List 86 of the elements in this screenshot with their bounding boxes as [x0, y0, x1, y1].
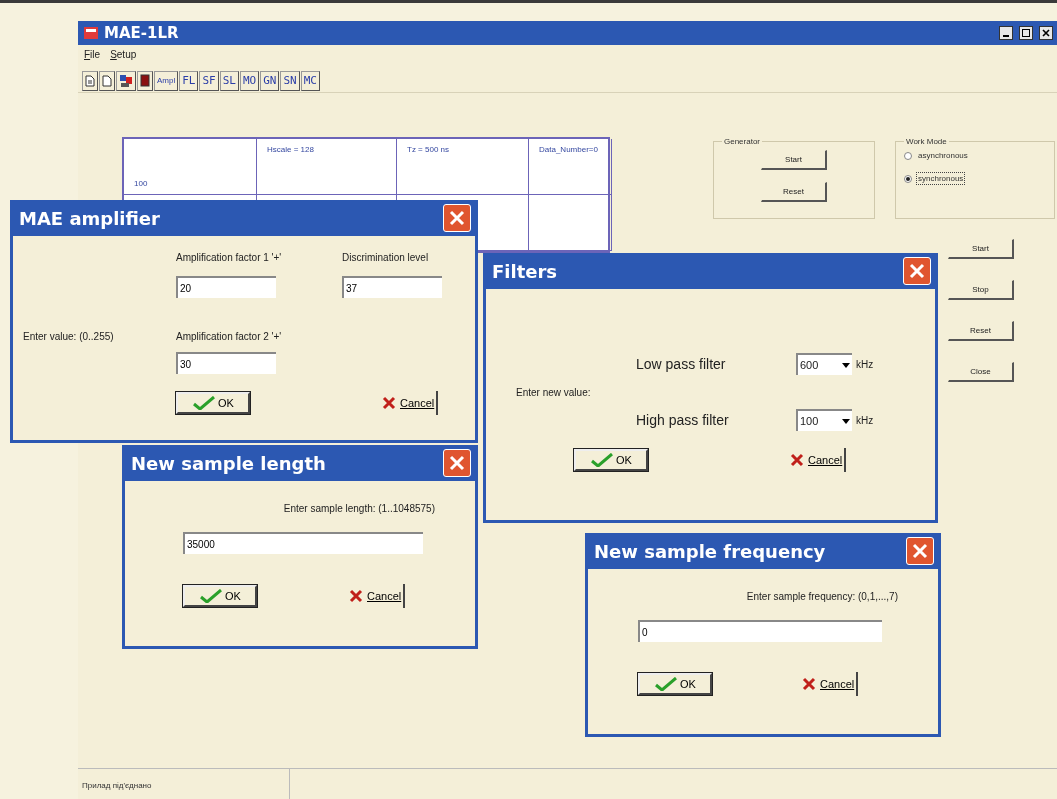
cross-icon: [802, 677, 816, 691]
value-field[interactable]: 30: [176, 352, 276, 374]
toolbar-button[interactable]: [99, 70, 115, 91]
tools-icon: [119, 73, 133, 88]
action-button[interactable]: Stop: [948, 280, 1014, 300]
caret-icon: [842, 362, 850, 368]
radio-button[interactable]: [904, 174, 912, 183]
group-title: Generator: [723, 137, 762, 146]
ok-button[interactable]: OK: [183, 585, 257, 607]
field-label: Discrimination level: [342, 251, 430, 263]
status-text: Прилад під'єднано: [82, 781, 152, 790]
dialog-title: MAE amplifier: [19, 207, 160, 229]
close-button[interactable]: [1039, 26, 1053, 40]
field-label: Amplification factor 1 '+': [176, 251, 283, 263]
toolbar-button[interactable]: [137, 70, 153, 91]
cancel-button[interactable]: Cancel: [788, 448, 847, 472]
filter-label: High pass filter: [636, 412, 730, 428]
radio-label[interactable]: synchronous: [917, 173, 965, 184]
table-cell: 100: [124, 139, 257, 195]
cancel-button[interactable]: Cancel: [380, 391, 439, 415]
document-icon: [85, 74, 95, 87]
generator-button[interactable]: Reset: [761, 182, 827, 202]
app-icon: [84, 27, 98, 39]
group-title: Work Mode: [905, 137, 948, 146]
toolbar-button[interactable]: MC: [300, 70, 320, 91]
toolbar-button[interactable]: SF: [199, 70, 219, 91]
ok-button[interactable]: OK: [176, 392, 250, 414]
dialog-title: New sample length: [131, 452, 326, 474]
close-icon: [908, 262, 926, 280]
action-button[interactable]: Reset: [948, 321, 1014, 341]
ok-button[interactable]: OK: [574, 449, 648, 471]
cross-icon: [382, 396, 396, 410]
filter-dropdown[interactable]: 600: [796, 353, 852, 375]
toolbar-button[interactable]: SL: [219, 70, 239, 91]
menu-item[interactable]: File: [84, 48, 101, 60]
caret-icon: [842, 418, 850, 424]
unit-text: kHz: [856, 414, 875, 426]
dialog-title: New sample frequency: [594, 540, 826, 562]
page-icon: [102, 74, 112, 87]
check-icon: [590, 453, 615, 467]
window-title: MAE-1LR: [104, 24, 180, 42]
ok-button[interactable]: OK: [638, 673, 712, 695]
prompt-text: Enter sample length: (1..1048575): [283, 503, 435, 514]
table-cell: Tz = 500 ns: [397, 139, 529, 195]
action-button[interactable]: Start: [948, 239, 1014, 259]
action-button[interactable]: Close: [948, 362, 1014, 382]
minimize-button[interactable]: [999, 26, 1013, 40]
radio-label[interactable]: asynchronous: [917, 150, 969, 161]
value-field[interactable]: 0: [638, 620, 882, 642]
prompt-text: Enter sample frequency: (0,1,...,7): [746, 591, 898, 602]
radio-button[interactable]: [904, 151, 912, 160]
check-icon: [192, 396, 217, 410]
close-icon: [911, 542, 929, 560]
close-icon: [448, 209, 466, 227]
book-icon: [140, 74, 150, 87]
cancel-button[interactable]: Cancel: [347, 584, 406, 608]
table-cell: Hscale = 128: [257, 139, 397, 195]
generator-button[interactable]: Start: [761, 150, 827, 170]
hint-text: Enter new value:: [516, 386, 592, 398]
check-icon: [199, 589, 224, 603]
maximize-button[interactable]: [1019, 26, 1033, 40]
cross-icon: [790, 453, 804, 467]
value-field[interactable]: 35000: [183, 532, 423, 554]
toolbar-button[interactable]: SN: [280, 70, 300, 91]
dialog-title: Filters: [492, 260, 558, 282]
close-icon: [448, 454, 466, 472]
toolbar-button[interactable]: [116, 70, 136, 91]
unit-text: kHz: [856, 358, 875, 370]
toolbar-button[interactable]: FL: [179, 70, 199, 91]
value-field[interactable]: 37: [342, 276, 442, 298]
toolbar-button[interactable]: Ampl: [154, 70, 179, 91]
value-field[interactable]: 20: [176, 276, 276, 298]
close-icon: [1042, 29, 1050, 37]
maximize-icon: [1022, 29, 1030, 37]
toolbar-button[interactable]: GN: [260, 70, 280, 91]
table-cell: Data_Number=0: [529, 139, 612, 195]
check-icon: [654, 677, 679, 691]
hint-text: Enter value: (0..255): [23, 330, 115, 342]
menu-item[interactable]: Setup: [110, 48, 137, 60]
field-label: Amplification factor 2 '+': [176, 330, 283, 342]
cross-icon: [349, 589, 363, 603]
toolbar-button[interactable]: MO: [240, 70, 260, 91]
filter-dropdown[interactable]: 100: [796, 409, 852, 431]
filter-label: Low pass filter: [636, 356, 727, 372]
toolbar-button[interactable]: [82, 70, 98, 91]
cancel-button[interactable]: Cancel: [800, 672, 859, 696]
